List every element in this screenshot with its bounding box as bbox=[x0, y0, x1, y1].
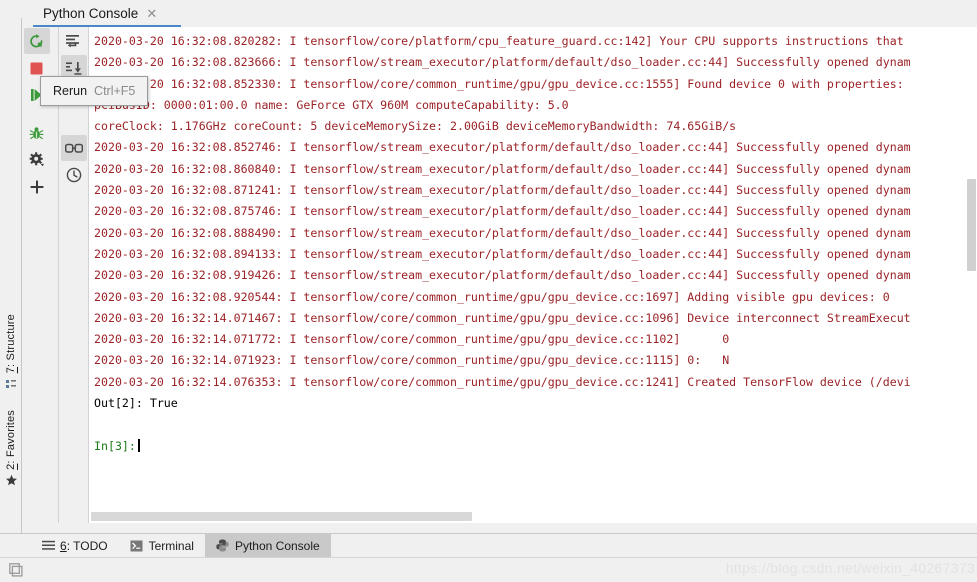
show-variables-button[interactable] bbox=[60, 135, 87, 161]
sidebar-item-structure[interactable]: 7: Structure bbox=[0, 314, 22, 392]
tab-python-console[interactable]: Python Console ✕ bbox=[33, 0, 165, 27]
pycharm-python-console-window: 7: Structure 2: Favorites Python Console… bbox=[0, 0, 977, 582]
console-log-line: 2020-03-20 16:32:14.071467: I tensorflow… bbox=[94, 310, 911, 325]
python-console-output[interactable]: 2020-03-20 16:32:08.820282: I tensorflow… bbox=[88, 27, 977, 523]
star-icon bbox=[3, 473, 19, 489]
python-icon bbox=[216, 539, 230, 553]
console-log-line: In[3]: bbox=[91, 436, 977, 457]
rerun-tooltip: Rerun Ctrl+F5 bbox=[40, 76, 149, 106]
console-log-line: 2020-03-20 16:32:08.820282: I tensorflow… bbox=[94, 34, 904, 48]
glasses-icon bbox=[64, 143, 83, 154]
console-log-line bbox=[91, 414, 977, 435]
text-cursor bbox=[137, 438, 140, 452]
console-log-line-text: In[3]: bbox=[94, 438, 136, 453]
tool-window-todo[interactable]: 6: TODO bbox=[30, 534, 119, 557]
arrow-down-to-line-icon bbox=[65, 61, 82, 75]
tool-window-python-console[interactable]: Python Console bbox=[204, 534, 331, 557]
status-bar: https://blog.csdn.net/weixin_40267373 bbox=[0, 557, 977, 582]
add-console-button[interactable] bbox=[24, 174, 50, 200]
console-log-line: 2020-03-20 16:32:08.919426: I tensorflow… bbox=[94, 268, 911, 283]
tab-python-console-label: Python Console bbox=[43, 6, 139, 21]
bug-icon bbox=[29, 126, 44, 141]
console-log-line: 2020-03-20 16:32:08.888490: I tensorflow… bbox=[94, 225, 911, 240]
console-vertical-scrollbar-thumb[interactable] bbox=[967, 179, 976, 271]
console-log-line: 2020-03-20 16:32:08.860840: I tensorflow… bbox=[94, 161, 911, 176]
left-tool-window-rail: 7: Structure 2: Favorites bbox=[0, 18, 22, 533]
sidebar-item-structure-number: 7 bbox=[5, 366, 17, 374]
list-lines-icon bbox=[41, 539, 55, 553]
bottom-bar-spacer bbox=[0, 534, 30, 557]
debug-button[interactable] bbox=[24, 120, 50, 146]
sidebar-item-favorites-number: 2 bbox=[5, 463, 17, 470]
console-log-line: pciBusID: 0000:01:00.0 name: GeForce GTX… bbox=[94, 97, 569, 112]
structure-icon bbox=[3, 376, 19, 392]
tool-window-todo-label: 6: TODO bbox=[60, 538, 108, 553]
console-log-line: 2020-03-20 16:32:14.071772: I tensorflow… bbox=[94, 332, 730, 347]
console-vertical-scrollbar[interactable] bbox=[966, 27, 977, 523]
execute-current-statement-button[interactable] bbox=[61, 28, 87, 54]
console-log-line: coreClock: 1.176GHz coreCount: 5 deviceM… bbox=[94, 119, 737, 134]
console-log-line: 2020-03-20 16:32:08.852746: I tensorflow… bbox=[94, 140, 911, 155]
console-log-line: 2020-03-20 16:32:14.071923: I tensorflow… bbox=[94, 353, 730, 368]
command-history-button[interactable] bbox=[61, 162, 87, 188]
console-log-line: Out[2]: True bbox=[94, 396, 178, 411]
rerun-circular-arrow-icon bbox=[29, 33, 44, 49]
console-log-line: 2020-03-20 16:32:08.871241: I tensorflow… bbox=[94, 183, 911, 198]
settings-button[interactable] bbox=[24, 147, 50, 173]
tool-window-python-console-label: Python Console bbox=[234, 538, 320, 553]
watermark-text: https://blog.csdn.net/weixin_40267373 bbox=[725, 560, 975, 576]
tool-window-terminal[interactable]: Terminal bbox=[119, 534, 205, 557]
console-tab-bar: Python Console ✕ bbox=[22, 0, 977, 27]
console-horizontal-scrollbar[interactable] bbox=[88, 510, 977, 523]
stop-square-icon bbox=[30, 62, 43, 75]
rerun-tooltip-label: Rerun bbox=[53, 84, 88, 98]
plus-icon bbox=[30, 180, 44, 194]
gear-dropdown-icon bbox=[29, 152, 45, 168]
console-log-line: 2020-03-20 16:32:08.920544: I tensorflow… bbox=[94, 289, 890, 304]
console-log-line: 2020-03-20 16:32:08.823666: I tensorflow… bbox=[94, 55, 911, 70]
window-layout-icon[interactable] bbox=[8, 562, 24, 578]
rerun-button[interactable] bbox=[23, 28, 50, 54]
console-horizontal-scrollbar-thumb[interactable] bbox=[91, 512, 472, 521]
sidebar-item-structure-label: 7: Structure bbox=[5, 314, 17, 374]
sidebar-item-favorites-label: 2: Favorites bbox=[5, 410, 17, 470]
console-log-line: 2020-03-20 16:32:08.894133: I tensorflow… bbox=[94, 246, 911, 261]
bottom-tool-window-bar: 6: TODO Terminal Python Console bbox=[0, 533, 977, 557]
terminal-icon bbox=[130, 539, 144, 553]
execute-line-icon bbox=[65, 34, 82, 48]
console-log-line: 2020-03-20 16:32:08.875746: I tensorflow… bbox=[94, 204, 911, 219]
clock-history-icon bbox=[66, 167, 82, 183]
rerun-tooltip-shortcut: Ctrl+F5 bbox=[94, 84, 136, 98]
sidebar-item-favorites[interactable]: 2: Favorites bbox=[0, 410, 22, 489]
tool-window-terminal-label: Terminal bbox=[148, 538, 194, 553]
console-log-line: 2020-03-20 16:32:14.076353: I tensorflow… bbox=[94, 374, 911, 389]
close-icon[interactable]: ✕ bbox=[146, 7, 157, 20]
console-log-lines: 2020-03-20 16:32:08.820282: I tensorflow… bbox=[89, 27, 977, 457]
console-log-line: 2020-03-20 16:32:08.852330: I tensorflow… bbox=[94, 76, 904, 91]
